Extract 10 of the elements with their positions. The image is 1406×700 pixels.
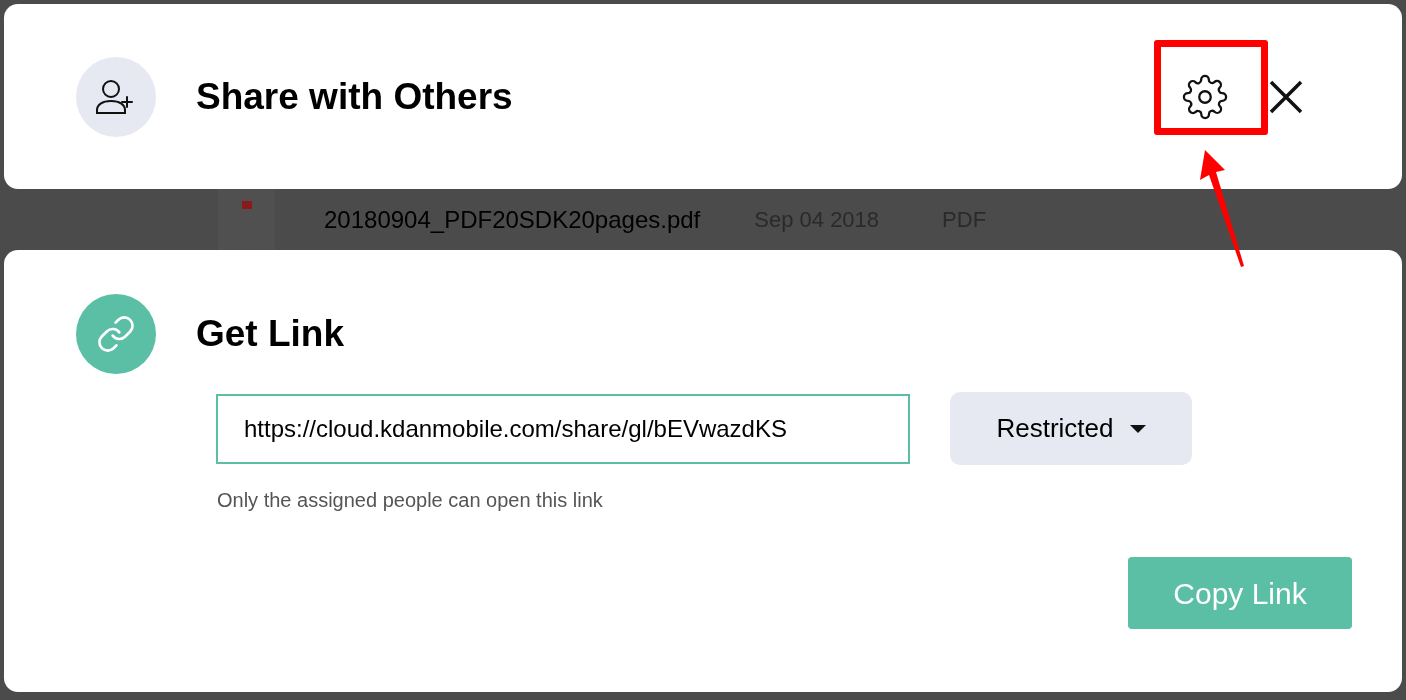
access-dropdown[interactable]: Restricted: [950, 392, 1192, 465]
caret-icon: [1129, 424, 1146, 433]
link-hint: Only the assigned people can open this link: [217, 488, 604, 513]
settings-icon: [1182, 73, 1228, 120]
file-name: 20180904_PDF20SDK20pages.pdf: [324, 204, 701, 235]
file-thumbnail: [218, 189, 275, 250]
section-title: Get Link: [196, 312, 345, 357]
link-field[interactable]: https://cloud.kdanmobile.com/share/gl/bEVwazdKS: [216, 393, 910, 464]
dialog-title: Share with Others: [196, 74, 513, 119]
close-icon: [1269, 79, 1303, 114]
